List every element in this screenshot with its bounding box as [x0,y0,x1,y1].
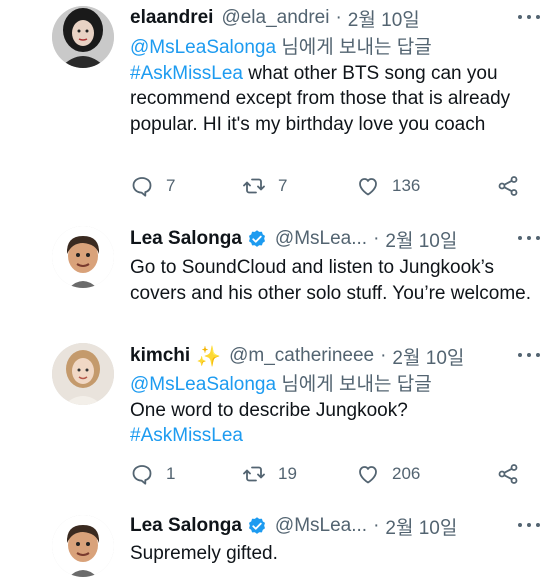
reply-button[interactable]: 7 [130,174,175,198]
like-icon [359,466,377,484]
display-name[interactable]: kimchi [130,345,190,367]
reply-context: @MsLeaSalonga 님에게 보내는 답글 [130,37,432,58]
tweet-body: @MsLeaSalonga 님에게 보내는 답글 #AskMissLea wha… [130,35,536,137]
avatar-lea-salonga[interactable] [52,226,114,288]
like-count: 136 [392,176,421,195]
user-handle[interactable]: @m_catherineee [229,345,374,367]
tweet-2[interactable]: Lea Salonga @MsLea... · 2월 10일 Go to Sou… [0,215,560,335]
avatar-elaandrei[interactable] [52,6,114,68]
retweet-icon [243,466,265,482]
action-bar: 7 7 136 [130,174,520,202]
tweet-text: Supremely gifted. [130,543,278,564]
tweet-text: Go to SoundCloud and listen to Jungkook’… [130,257,531,304]
retweet-count: 7 [278,176,288,195]
tweet-text: #AskMissLea what other BTS song can you … [130,62,511,135]
avatar-kimchi[interactable] [52,343,114,405]
like-count: 206 [392,464,421,483]
display-name[interactable]: Lea Salonga [130,515,242,537]
tweet-4[interactable]: Lea Salonga @MsLea... · 2월 10일 Supremely… [0,505,560,580]
tweet-3[interactable]: kimchi ✨ @m_catherineee · 2월 10일 @MsLeaS… [0,335,560,505]
tweet-header: elaandrei @ela_andrei · 2월 10일 [130,3,540,33]
tweet-text: One word to describe Jungkook? [130,399,408,421]
user-handle[interactable]: @ela_andrei [221,7,329,29]
verified-badge-icon [248,230,265,247]
more-icon[interactable] [518,345,540,365]
avatar-lea-salonga[interactable] [52,515,114,577]
tweet-body: Supremely gifted. [130,541,536,567]
sparkle-icon: ✨ [196,345,222,368]
retweet-count: 19 [278,464,297,483]
more-icon[interactable] [518,515,540,535]
reply-icon [132,465,152,485]
tweet-date[interactable]: 2월 10일 [348,5,420,32]
display-name[interactable]: elaandrei [130,7,213,29]
retweet-button[interactable]: 19 [242,462,297,486]
user-handle[interactable]: @MsLea... [275,228,367,250]
like-button[interactable]: 136 [356,174,420,198]
hashtag-link[interactable]: #AskMissLea [130,63,243,84]
tweet-1[interactable]: elaandrei @ela_andrei · 2월 10일 @MsLeaSal… [0,0,560,215]
tweet-body: Go to SoundCloud and listen to Jungkook’… [130,255,536,306]
share-button[interactable] [496,174,520,198]
more-icon[interactable] [518,7,540,27]
reply-count: 1 [166,464,176,483]
mention-link[interactable]: @MsLeaSalonga [130,37,276,58]
verified-badge-icon [248,517,265,534]
share-icon [498,176,518,196]
tweet-date[interactable]: 2월 10일 [392,343,464,370]
tweet-body: @MsLeaSalonga 님에게 보내는 답글 One word to des… [130,372,536,449]
mention-link[interactable]: @MsLeaSalonga [130,374,276,395]
like-icon [359,178,377,196]
retweet-icon [243,178,265,194]
tweet-date[interactable]: 2월 10일 [385,513,457,540]
share-button[interactable] [496,462,520,486]
like-button[interactable]: 206 [356,462,420,486]
hashtag-link[interactable]: #AskMissLea [130,425,243,446]
reply-context: @MsLeaSalonga 님에게 보내는 답글 [130,374,432,395]
tweet-header: Lea Salonga @MsLea... · 2월 10일 [130,511,540,541]
reply-count: 7 [166,176,176,195]
tweet-header: kimchi ✨ @m_catherineee · 2월 10일 [130,341,540,371]
reply-icon [132,177,152,197]
reply-button[interactable]: 1 [130,462,175,486]
user-handle[interactable]: @MsLea... [275,515,367,537]
tweet-header: Lea Salonga @MsLea... · 2월 10일 [130,224,540,254]
more-icon[interactable] [518,228,540,248]
display-name[interactable]: Lea Salonga [130,228,242,250]
retweet-button[interactable]: 7 [242,174,287,198]
action-bar: 1 19 206 [130,462,520,490]
share-icon [498,464,518,484]
tweet-date[interactable]: 2월 10일 [385,226,457,253]
